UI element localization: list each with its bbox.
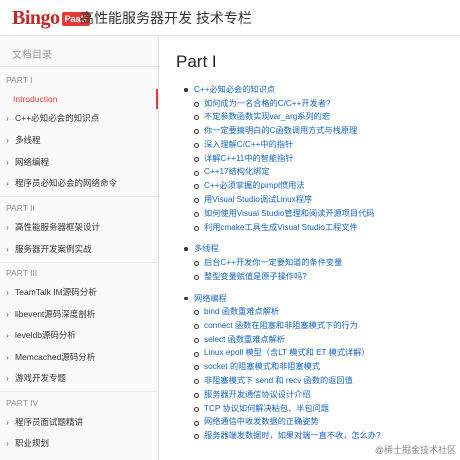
toc-link[interactable]: 利用cmake工具生成Visual Studio工程文件: [194, 221, 456, 235]
toc-link[interactable]: 详解C++11中的智能指针: [194, 152, 456, 166]
chevron-right-icon: ›: [6, 373, 9, 383]
chevron-right-icon: ›: [6, 417, 9, 427]
sidebar: 文档目录 PART I Introduction › C++必知必会的知识点 ›…: [0, 36, 159, 460]
page-title: Part I: [176, 52, 217, 71]
logo-text: Bingo: [12, 7, 60, 29]
chevron-right-icon: ›: [6, 178, 9, 188]
toc-link[interactable]: 非阻塞模式下 send 和 recv 函数的返回值: [194, 374, 456, 388]
toc-link[interactable]: 如何使用Visual Studio管理和阅读开源项目代码: [194, 207, 456, 221]
toc-link[interactable]: 不定参数函数实现var_arg系列的宏: [194, 110, 456, 124]
sidebar-item-label: TeamTalk IM源码分析: [15, 287, 97, 297]
toc-section-link[interactable]: 网络编程: [194, 294, 227, 303]
sidebar-item-label: 程序员必知必会的网络命令: [15, 178, 118, 188]
sidebar-item-leveldb[interactable]: › leveldb源码分析: [0, 325, 158, 345]
toc-link[interactable]: 你一定要搞明白的C函数调用方式与栈原理: [194, 124, 456, 138]
section-label-part-3: PART III: [6, 268, 38, 278]
sidebar-item-label: 服务器开发案例实战: [15, 244, 92, 254]
sidebar-item-interview[interactable]: › 程序员面试题精讲: [0, 412, 158, 432]
sidebar-item-cpp-knowledge[interactable]: › C++必知必会的知识点: [0, 108, 158, 128]
sidebar-item-label: 游戏开发专题: [15, 373, 67, 383]
chevron-right-icon: ›: [6, 438, 9, 448]
chevron-right-icon: ›: [6, 330, 9, 340]
chevron-right-icon: ›: [6, 287, 9, 297]
sidebar-title: 文档目录: [12, 50, 52, 61]
toc-link[interactable]: 后台C++开发你一定要知道的条件变量: [194, 256, 456, 270]
sidebar-item-label: 网络编程: [15, 157, 50, 167]
sidebar-item-label: libevent源码深度剖析: [15, 309, 96, 319]
toc-link[interactable]: 服务器开发通信协议设计介绍: [194, 388, 456, 402]
toc-link[interactable]: socket 的阻塞模式和非阻塞模式: [194, 360, 456, 374]
chevron-right-icon: ›: [6, 135, 9, 145]
sidebar-item-network-commands[interactable]: › 程序员必知必会的网络命令: [0, 173, 158, 193]
toc-link[interactable]: 网络通信中收发数据的正确姿势: [194, 415, 456, 429]
toc-link[interactable]: 整型变量赋值是原子操作吗?: [194, 270, 456, 284]
toc-section: 多线程 后台C++开发你一定要知道的条件变量 整型变量赋值是原子操作吗?: [184, 242, 456, 283]
toc-link[interactable]: C++必须掌握的pimpl惯用法: [194, 179, 456, 193]
sidebar-item-label: 高性能服务器框架设计: [15, 222, 101, 232]
sidebar-item-label: leveldb源码分析: [15, 330, 76, 340]
toc-link[interactable]: 深入理解C/C++中的指针: [194, 138, 456, 152]
sidebar-item-libevent[interactable]: › libevent源码深度剖析: [0, 304, 158, 324]
divider: [0, 66, 158, 67]
toc-link[interactable]: Linux epoll 模型（含LT 模式和 ET 模式详解）: [194, 346, 456, 360]
site-title[interactable]: 高性能服务器开发 技术专栏: [80, 9, 252, 27]
sidebar-item-career[interactable]: › 职业规划: [0, 433, 158, 453]
chevron-right-icon: ›: [6, 222, 9, 232]
sidebar-item-label: Introduction: [13, 94, 58, 104]
chevron-right-icon: ›: [6, 157, 9, 167]
sidebar-item-label: Memcached源码分析: [15, 352, 96, 362]
section-label-part-4: PART IV: [6, 398, 39, 408]
chevron-right-icon: ›: [6, 352, 9, 362]
toc-link[interactable]: bind 函数重难点解析: [194, 305, 456, 319]
toc-sublist: 如何成为一名合格的C/C++开发者? 不定参数函数实现var_arg系列的宏 你…: [194, 97, 456, 235]
toc-section-link[interactable]: 多线程: [194, 244, 219, 253]
toc-link[interactable]: select 函数重难点解析: [194, 333, 456, 347]
chevron-right-icon: ›: [6, 309, 9, 319]
sidebar-item-label: 多线程: [15, 135, 41, 145]
toc-section: C++必知必会的知识点 如何成为一名合格的C/C++开发者? 不定参数函数实现v…: [184, 83, 456, 234]
toc-sublist: bind 函数重难点解析 connect 函数在阻塞和非阻塞模式下的行为 sel…: [194, 305, 456, 443]
section-label-part-2: PART II: [6, 203, 35, 213]
sidebar-item-server-cases[interactable]: › 服务器开发案例实战: [0, 239, 158, 259]
sidebar-item-label: 程序员面试题精讲: [15, 417, 84, 427]
chevron-right-icon: ›: [6, 113, 9, 123]
toc-link[interactable]: 服务器端发数据时，如果对端一直不收，怎么办?: [194, 429, 456, 443]
sidebar-item-label: 职业规划: [15, 438, 50, 448]
table-of-contents: C++必知必会的知识点 如何成为一名合格的C/C++开发者? 不定参数函数实现v…: [184, 83, 456, 443]
sidebar-item-memcached[interactable]: › Memcached源码分析: [0, 347, 158, 367]
divider: [0, 262, 158, 263]
toc-section-link[interactable]: C++必知必会的知识点: [194, 85, 275, 94]
main-content: Part I C++必知必会的知识点 如何成为一名合格的C/C++开发者? 不定…: [160, 36, 460, 460]
sidebar-item-introduction[interactable]: Introduction: [0, 89, 158, 109]
sidebar-item-label: C++必知必会的知识点: [15, 113, 100, 123]
sidebar-item-network-programming[interactable]: › 网络编程: [0, 152, 158, 172]
watermark: @稀土掘金技术社区: [374, 445, 456, 455]
toc-link[interactable]: 用Visual Studio调试Linux程序: [194, 193, 456, 207]
toc-section: 网络编程 bind 函数重难点解析 connect 函数在阻塞和非阻塞模式下的行…: [184, 292, 456, 443]
toc-link[interactable]: 如何成为一名合格的C/C++开发者?: [194, 97, 456, 111]
toc-link[interactable]: C++17结构化绑定: [194, 165, 456, 179]
sidebar-item-server-framework[interactable]: › 高性能服务器框架设计: [0, 217, 158, 237]
top-header: Bingo PaaS 高性能服务器开发 技术专栏: [0, 0, 460, 36]
sidebar-item-teamtalk[interactable]: › TeamTalk IM源码分析: [0, 282, 158, 302]
sidebar-item-game-dev[interactable]: › 游戏开发专题: [0, 368, 158, 388]
divider: [0, 196, 158, 197]
site-logo[interactable]: Bingo PaaS: [12, 7, 90, 29]
divider: [0, 391, 158, 392]
toc-link[interactable]: TCP 协议如何解决粘包、半包问题: [194, 402, 456, 416]
section-label-part-1: PART I: [6, 75, 33, 85]
chevron-right-icon: ›: [6, 244, 9, 254]
toc-link[interactable]: connect 函数在阻塞和非阻塞模式下的行为: [194, 319, 456, 333]
sidebar-item-multithreading[interactable]: › 多线程: [0, 130, 158, 150]
toc-sublist: 后台C++开发你一定要知道的条件变量 整型变量赋值是原子操作吗?: [194, 256, 456, 284]
